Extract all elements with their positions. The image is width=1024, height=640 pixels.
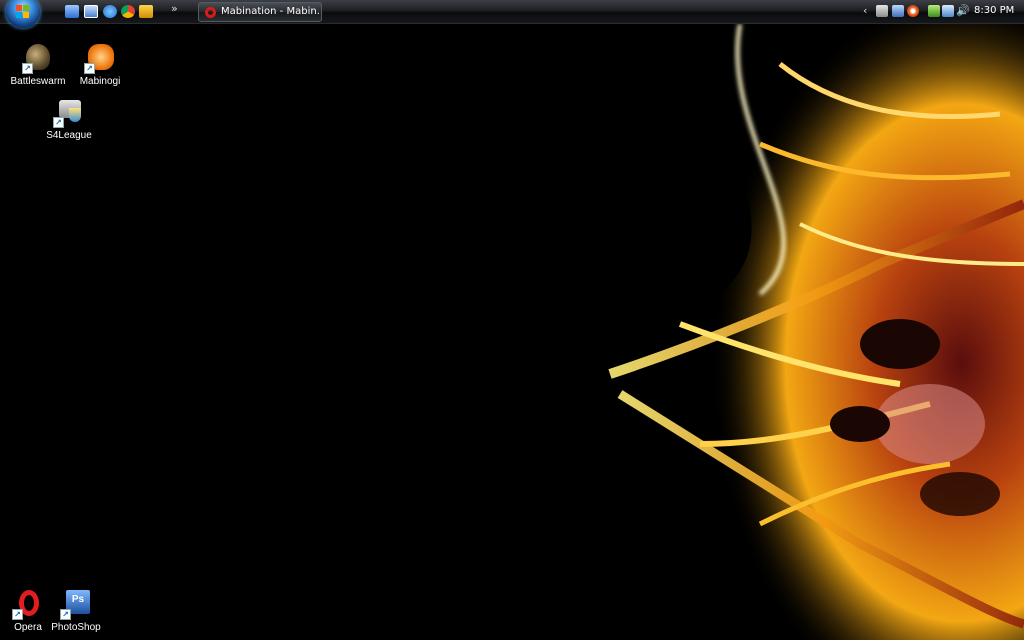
shortcut-arrow-icon: ↗ [53,117,64,128]
opera-icon [205,7,216,18]
desktop-icon-label: S4League [46,130,92,141]
chrome-icon[interactable] [121,5,135,18]
desktop-wallpaper [0,24,1024,640]
desktop-icon-battleswarm[interactable]: ↗ Battleswarm [6,42,70,87]
shortcut-arrow-icon: ↗ [12,609,23,620]
start-button[interactable] [6,0,40,28]
desktop-icon-photoshop[interactable]: Ps ↗ PhotoShop [44,588,108,633]
battery-icon[interactable] [928,5,940,17]
mabinogi-icon: ↗ [84,42,116,74]
show-desktop-icon[interactable] [65,5,79,18]
s4league-icon: ↗ [53,96,85,128]
switch-windows-icon[interactable] [84,5,98,18]
photoshop-icon: Ps ↗ [60,588,92,620]
opera-icon: ↗ [12,588,44,620]
taskbar: » Mabination - Mabin... ‹ 🔊 8:30 PM [0,0,1024,28]
desktop-icon-mabinogi[interactable]: ↗ Mabinogi [68,42,132,87]
windows-logo-icon [16,5,30,19]
volume-icon[interactable]: 🔊 [956,5,970,17]
internet-explorer-icon[interactable] [103,5,117,18]
desktop-icon-label: PhotoShop [51,622,101,633]
quick-launch-more-button[interactable]: » [171,2,178,15]
monitor-icon[interactable] [892,5,904,17]
taskbar-window-button[interactable]: Mabination - Mabin... [198,2,322,22]
desktop-icon-label: Battleswarm [10,76,66,87]
shortcut-arrow-icon: ↗ [84,63,95,74]
desktop-icon-label: Mabinogi [79,76,121,87]
battleswarm-icon: ↗ [22,42,54,74]
desktop-icon-s4league[interactable]: ↗ S4League [37,96,101,141]
media-player-icon[interactable] [139,5,153,18]
shortcut-arrow-icon: ↗ [22,63,33,74]
shortcut-arrow-icon: ↗ [60,609,71,620]
network-status-icon[interactable] [942,5,954,17]
taskbar-window-label: Mabination - Mabin... [221,6,322,17]
clock[interactable]: 8:30 PM [974,5,1014,16]
app-tray-icon[interactable] [907,5,919,17]
network-icon[interactable] [876,5,888,17]
show-hidden-icons-button[interactable]: ‹ [863,4,867,17]
